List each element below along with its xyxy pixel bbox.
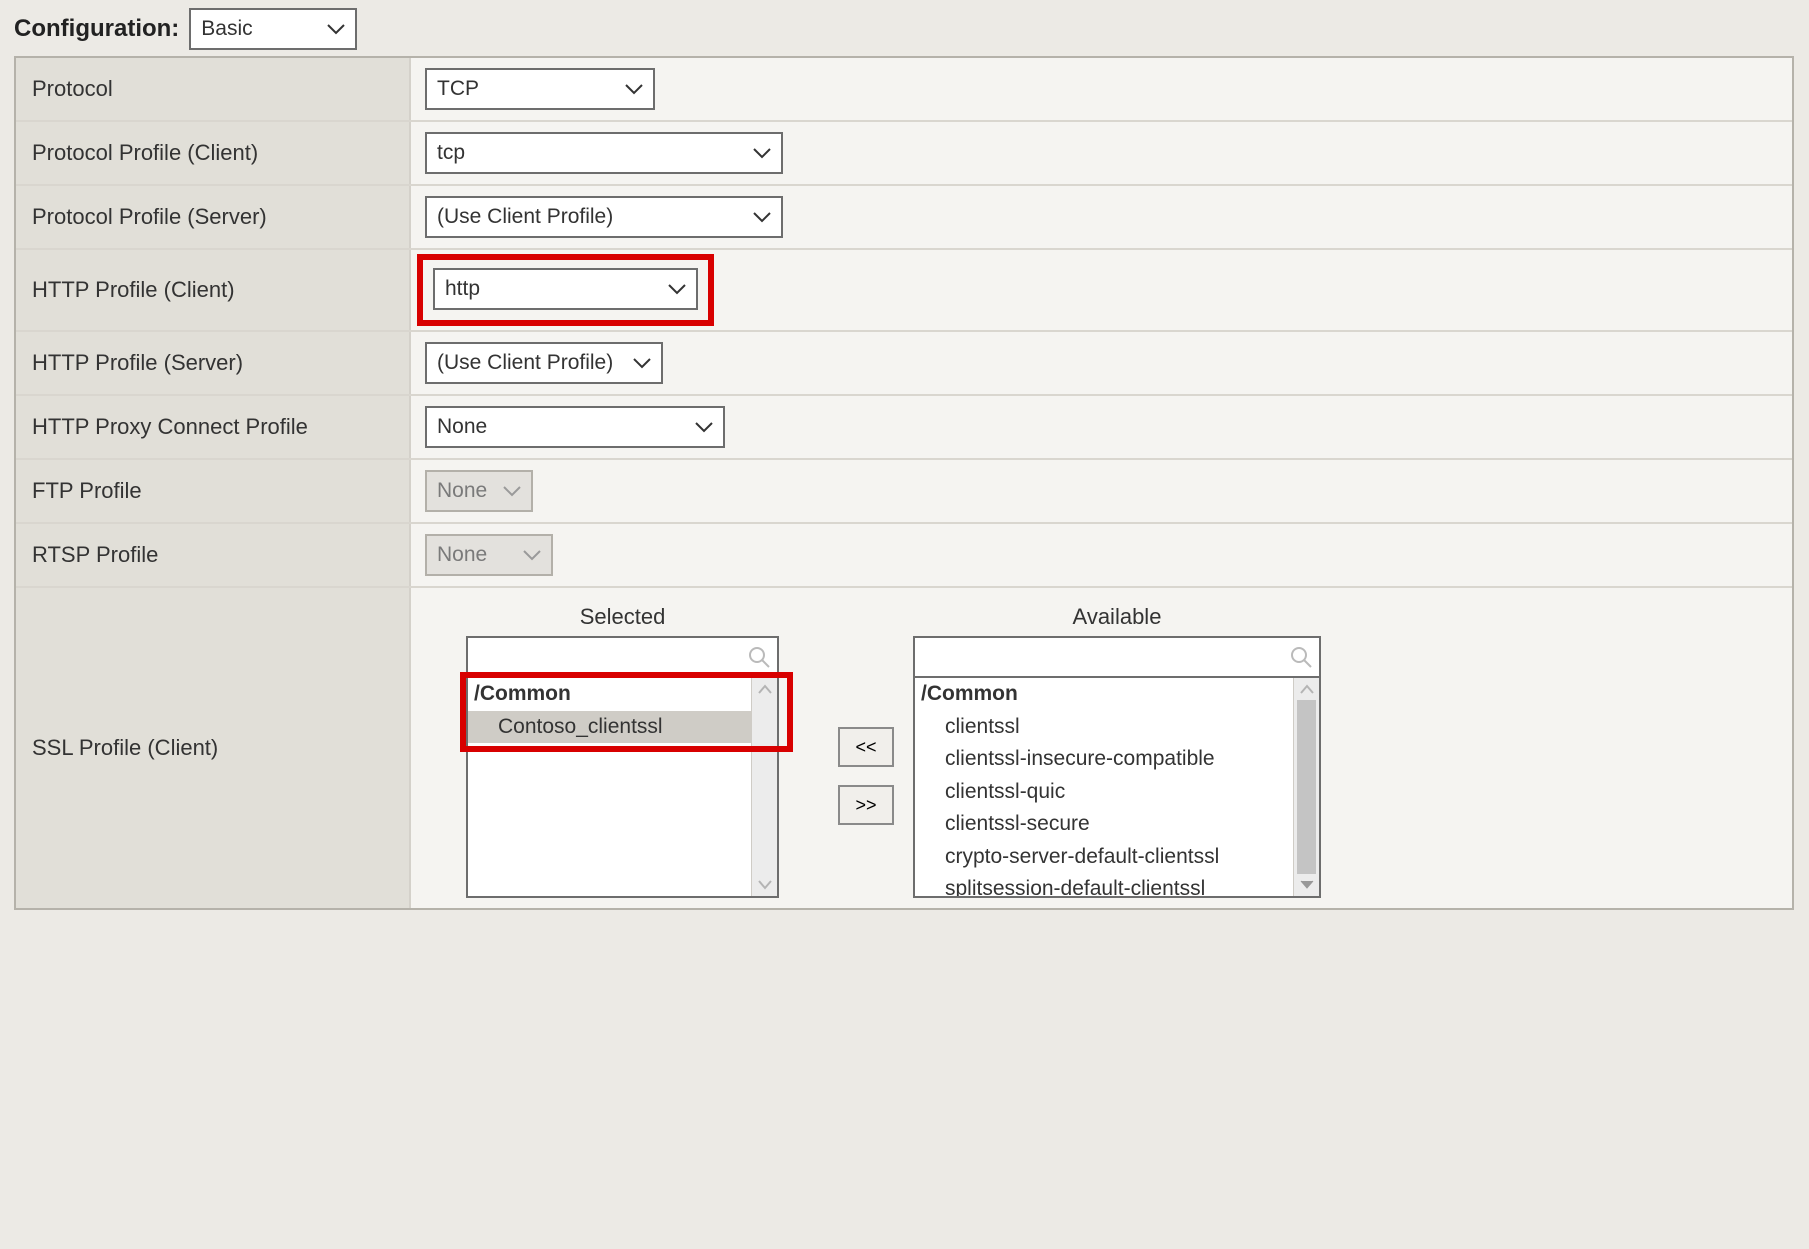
scroll-up-icon[interactable]: [752, 678, 777, 700]
chevron-down-icon: [523, 549, 541, 561]
chevron-down-icon: [503, 485, 521, 497]
list-item[interactable]: clientssl-quic: [915, 776, 1293, 809]
ssl-selected-listbox[interactable]: /Common Contoso_clientssl: [466, 678, 779, 898]
protocol-profile-server-select[interactable]: (Use Client Profile): [425, 196, 783, 238]
ssl-available-group: /Common: [915, 678, 1293, 711]
ssl-available-header: Available: [1073, 604, 1162, 630]
protocol-value: TCP: [437, 77, 479, 101]
rtsp-profile-select: None: [425, 534, 553, 576]
chevron-down-icon: [753, 211, 771, 223]
http-proxy-connect-select[interactable]: None: [425, 406, 725, 448]
rtsp-profile-value: None: [437, 543, 487, 567]
http-profile-server-value: (Use Client Profile): [437, 351, 613, 375]
ssl-selected-search[interactable]: [466, 636, 779, 678]
protocol-select[interactable]: TCP: [425, 68, 655, 110]
scrollbar[interactable]: [1293, 678, 1319, 896]
row-http-proxy-connect: HTTP Proxy Connect Profile None: [16, 396, 1792, 460]
label-rtsp-profile: RTSP Profile: [16, 524, 411, 586]
label-http-proxy-connect: HTTP Proxy Connect Profile: [16, 396, 411, 458]
chevron-down-icon: [327, 23, 345, 35]
config-header: Configuration: Basic: [14, 8, 1795, 50]
ssl-selected-group: /Common: [468, 678, 751, 711]
ssl-available-column: Available /Common clientssl clientssl-in…: [912, 604, 1322, 898]
move-right-button[interactable]: >>: [838, 785, 894, 825]
search-icon: [1289, 645, 1313, 669]
row-http-profile-server: HTTP Profile (Server) (Use Client Profil…: [16, 332, 1792, 396]
row-protocol-profile-client: Protocol Profile (Client) tcp: [16, 122, 1792, 186]
row-protocol: Protocol TCP: [16, 58, 1792, 122]
protocol-profile-client-value: tcp: [437, 141, 465, 165]
label-protocol-profile-client: Protocol Profile (Client): [16, 122, 411, 184]
http-profile-client-value: http: [445, 277, 480, 301]
scrollbar-thumb[interactable]: [1297, 700, 1316, 874]
http-proxy-connect-value: None: [437, 415, 487, 439]
configuration-mode-value: Basic: [201, 17, 252, 41]
list-item[interactable]: clientssl-insecure-compatible: [915, 743, 1293, 776]
scroll-down-icon[interactable]: [752, 874, 777, 896]
row-ssl-profile-client: SSL Profile (Client) Selected: [16, 588, 1792, 908]
ssl-move-buttons: << >>: [838, 727, 894, 825]
chevron-down-icon: [695, 421, 713, 433]
move-left-button[interactable]: <<: [838, 727, 894, 767]
label-protocol-profile-server: Protocol Profile (Server): [16, 186, 411, 248]
row-http-profile-client: HTTP Profile (Client) http: [16, 250, 1792, 332]
list-item[interactable]: clientssl-secure: [915, 808, 1293, 841]
row-ftp-profile: FTP Profile None: [16, 460, 1792, 524]
list-item[interactable]: Contoso_clientssl: [468, 711, 751, 744]
chevron-down-icon: [625, 83, 643, 95]
ssl-dual-listbox: Selected /Common Contoso_clientssl: [425, 604, 1322, 898]
ftp-profile-value: None: [437, 479, 487, 503]
label-http-profile-client: HTTP Profile (Client): [16, 250, 411, 330]
configuration-label: Configuration:: [14, 15, 179, 43]
list-item[interactable]: splitsession-default-clientssl: [915, 873, 1293, 896]
row-protocol-profile-server: Protocol Profile (Server) (Use Client Pr…: [16, 186, 1792, 250]
scrollbar[interactable]: [751, 678, 777, 896]
http-profile-client-select[interactable]: http: [433, 268, 698, 310]
chevron-down-icon: [633, 357, 651, 369]
ssl-available-listbox[interactable]: /Common clientssl clientssl-insecure-com…: [913, 678, 1321, 898]
list-item[interactable]: clientssl: [915, 711, 1293, 744]
label-protocol: Protocol: [16, 58, 411, 120]
protocol-profile-client-select[interactable]: tcp: [425, 132, 783, 174]
ssl-selected-header: Selected: [580, 604, 666, 630]
search-icon: [747, 645, 771, 669]
configuration-mode-select[interactable]: Basic: [189, 8, 357, 50]
configuration-table: Protocol TCP Protocol Profile (Client) t…: [14, 56, 1794, 910]
row-rtsp-profile: RTSP Profile None: [16, 524, 1792, 588]
chevron-down-icon: [753, 147, 771, 159]
http-profile-client-highlight: http: [417, 254, 714, 326]
chevron-down-icon: [668, 283, 686, 295]
protocol-profile-server-value: (Use Client Profile): [437, 205, 613, 229]
ssl-available-search[interactable]: [913, 636, 1321, 678]
ssl-selected-column: Selected /Common Contoso_clientssl: [425, 604, 820, 898]
list-item[interactable]: crypto-server-default-clientssl: [915, 841, 1293, 874]
label-ftp-profile: FTP Profile: [16, 460, 411, 522]
scroll-up-icon[interactable]: [1294, 678, 1319, 700]
scroll-down-icon[interactable]: [1294, 874, 1319, 896]
ftp-profile-select: None: [425, 470, 533, 512]
http-profile-server-select[interactable]: (Use Client Profile): [425, 342, 663, 384]
label-ssl-profile-client: SSL Profile (Client): [16, 588, 411, 908]
label-http-profile-server: HTTP Profile (Server): [16, 332, 411, 394]
